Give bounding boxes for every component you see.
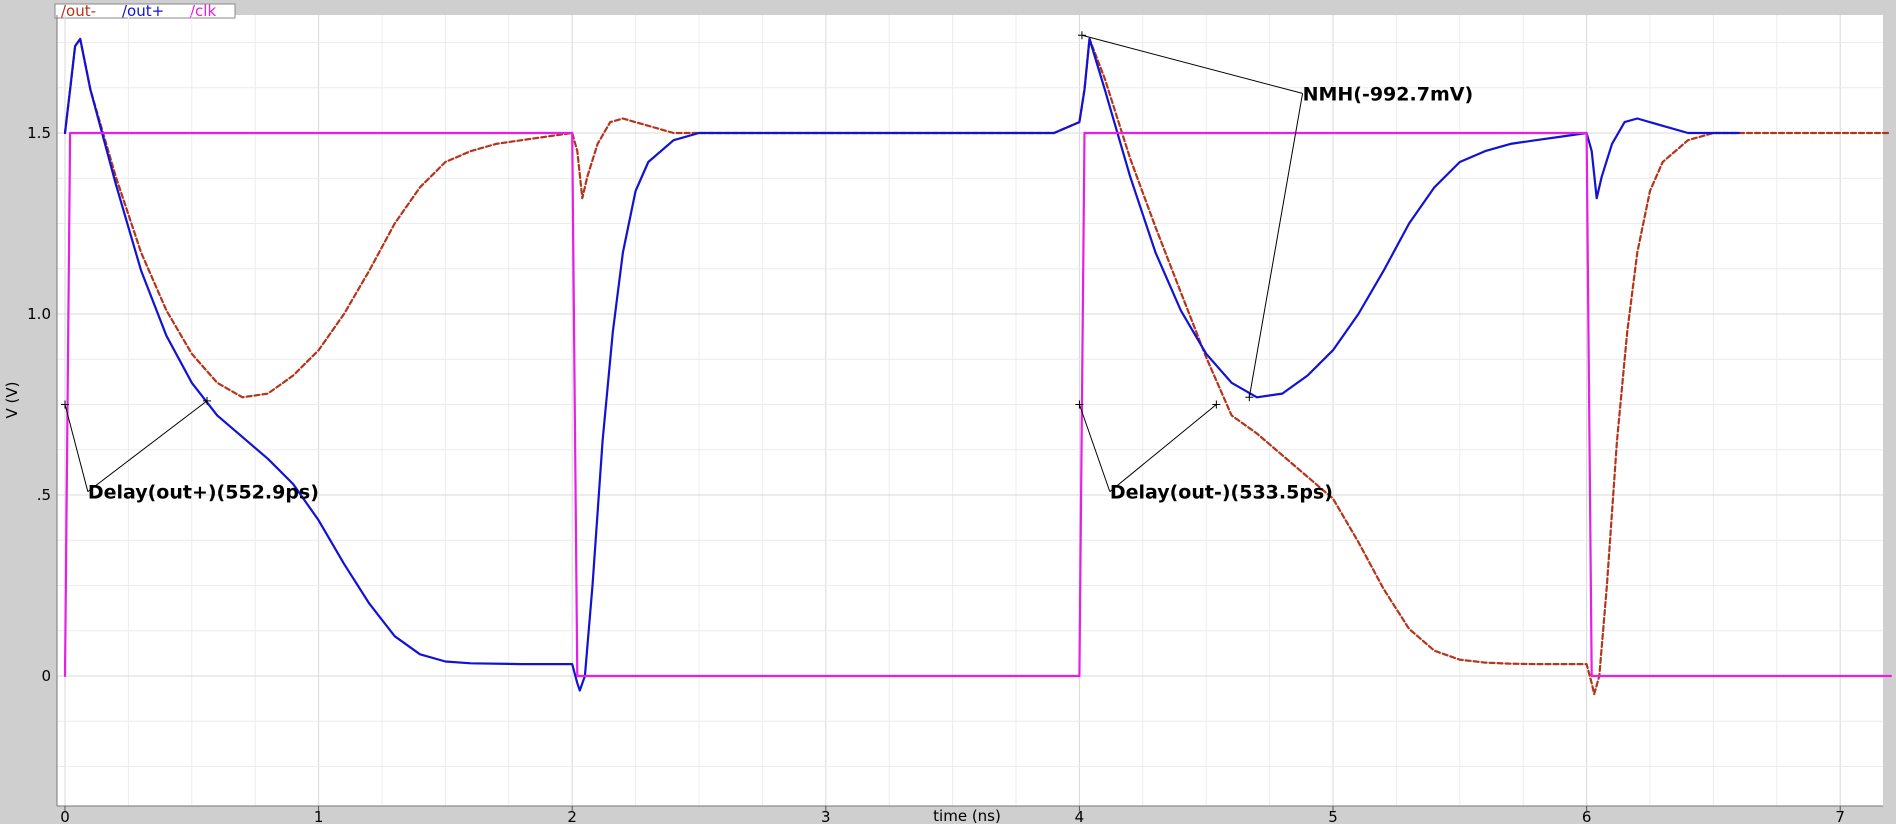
annotation-label: Delay(out+)(552.9ps)	[88, 482, 319, 504]
x-tick-label: 2	[567, 808, 577, 824]
x-tick-label: 0	[60, 808, 70, 824]
x-tick-label: 7	[1835, 808, 1845, 824]
y-tick-label: .5	[37, 486, 51, 504]
x-tick-label: 3	[821, 808, 831, 824]
x-axis-title: time (ns)	[933, 807, 1001, 824]
legend-entry-out-minus[interactable]: /out-	[61, 2, 96, 20]
annotation-label: Delay(out-)(533.5ps)	[1110, 482, 1333, 504]
annotation-label: NMH(-992.7mV)	[1303, 83, 1474, 105]
x-tick-label: 1	[314, 808, 324, 824]
x-tick-label: 4	[1075, 808, 1085, 824]
waveform-chart: /out- /out+ /clk 0 1 2 3 4 5 6 7 0 .5 1.0 1.5 Dela…	[0, 0, 1896, 824]
legend-entry-clk[interactable]: /clk	[190, 2, 216, 20]
x-tick-label: 5	[1328, 808, 1338, 824]
y-axis-title: V (V)	[3, 382, 21, 419]
y-tick-label: 1.0	[27, 305, 51, 323]
y-tick-label: 1.5	[27, 124, 51, 142]
y-tick-label: 0	[41, 667, 51, 685]
x-tick-label: 6	[1582, 808, 1592, 824]
legend-tab[interactable]: /out- /out+ /clk	[54, 2, 236, 20]
